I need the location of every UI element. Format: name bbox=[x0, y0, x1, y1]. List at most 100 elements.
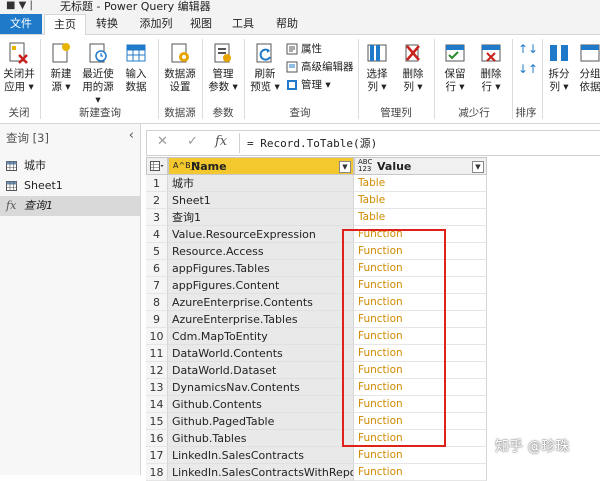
advanced-editor-icon bbox=[286, 61, 298, 73]
name-cell[interactable]: LinkedIn.SalesContracts bbox=[168, 447, 354, 464]
filter-dropdown-icon[interactable]: ▼ bbox=[472, 161, 484, 173]
choose-columns-icon bbox=[367, 44, 387, 62]
column-header-value[interactable]: ABC 123 Value ▼ bbox=[354, 157, 487, 175]
quick-access-toolbar[interactable]: ■ ▼ | bbox=[6, 0, 33, 11]
ribbon: 关闭并 应用 ▾ 关闭 新建 源 ▾ 最近使 用的源 ▾ 输入 数据 新建查询 … bbox=[0, 35, 600, 124]
recent-sources-icon bbox=[89, 43, 107, 63]
close-apply-icon bbox=[9, 42, 28, 64]
name-cell[interactable]: appFigures.Tables bbox=[168, 260, 354, 277]
name-cell[interactable]: 城市 bbox=[168, 175, 354, 192]
row-number[interactable]: 13 bbox=[146, 379, 168, 396]
row-number[interactable]: 8 bbox=[146, 294, 168, 311]
row-number[interactable]: 16 bbox=[146, 430, 168, 447]
close-apply-button[interactable]: 关闭并 应用 ▾ bbox=[0, 41, 38, 94]
column-header-label: Value bbox=[377, 160, 412, 173]
name-cell[interactable]: appFigures.Content bbox=[168, 277, 354, 294]
name-cell[interactable]: Github.PagedTable bbox=[168, 413, 354, 430]
tab-home[interactable]: 主页 bbox=[44, 14, 86, 36]
confirm-icon[interactable]: ✓ bbox=[187, 134, 198, 149]
name-cell[interactable]: Value.ResourceExpression bbox=[168, 226, 354, 243]
sort-ascending-button[interactable]: ↑↓ bbox=[518, 41, 538, 57]
name-cell[interactable]: DynamicsNav.Contents bbox=[168, 379, 354, 396]
advanced-editor-button[interactable]: 高级编辑器 bbox=[286, 59, 354, 75]
tab-transform[interactable]: 转换 bbox=[90, 14, 124, 34]
table-row[interactable]: 1 城市 Table bbox=[146, 175, 487, 192]
manage-parameters-button[interactable]: 管理 参数 ▾ bbox=[204, 41, 242, 94]
name-cell[interactable]: 查询1 bbox=[168, 209, 354, 226]
row-number[interactable]: 18 bbox=[146, 464, 168, 481]
group-by-button[interactable]: 分组 依据 bbox=[576, 41, 600, 94]
name-cell[interactable]: AzureEnterprise.Contents bbox=[168, 294, 354, 311]
group-label-parameters: 参数 bbox=[212, 107, 234, 119]
row-number[interactable]: 5 bbox=[146, 243, 168, 260]
tab-help[interactable]: 帮助 bbox=[272, 14, 302, 34]
query-item-label: Sheet1 bbox=[24, 179, 63, 192]
name-cell[interactable]: Github.Contents bbox=[168, 396, 354, 413]
query-item-sheet1[interactable]: Sheet1 bbox=[0, 176, 140, 196]
group-divider bbox=[244, 39, 245, 119]
row-number[interactable]: 17 bbox=[146, 447, 168, 464]
value-link[interactable]: Table bbox=[354, 175, 487, 192]
table-icon bbox=[6, 181, 17, 191]
new-source-button[interactable]: 新建 源 ▾ bbox=[44, 41, 78, 94]
function-icon: fx bbox=[6, 199, 17, 212]
refresh-preview-button[interactable]: 刷新 预览 ▾ bbox=[246, 41, 284, 94]
table-row[interactable]: 18 LinkedIn.SalesContractsWithReport Funct… bbox=[146, 464, 487, 481]
manage-icon bbox=[287, 80, 297, 90]
cancel-icon[interactable]: ✕ bbox=[157, 134, 168, 149]
enter-data-button[interactable]: 输入 数据 bbox=[120, 41, 152, 94]
row-number[interactable]: 7 bbox=[146, 277, 168, 294]
name-cell[interactable]: Sheet1 bbox=[168, 192, 354, 209]
group-divider bbox=[158, 39, 159, 119]
tab-view[interactable]: 视图 bbox=[186, 14, 216, 34]
collapse-pane-button[interactable]: ‹ bbox=[129, 128, 134, 143]
tab-tools[interactable]: 工具 bbox=[228, 14, 258, 34]
row-number[interactable]: 2 bbox=[146, 192, 168, 209]
value-link[interactable]: Table bbox=[354, 192, 487, 209]
tab-file[interactable]: 文件 bbox=[0, 14, 42, 34]
row-number[interactable]: 3 bbox=[146, 209, 168, 226]
name-cell[interactable]: LinkedIn.SalesContractsWithReport bbox=[168, 464, 354, 481]
name-cell[interactable]: Cdm.MapToEntity bbox=[168, 328, 354, 345]
sort-descending-button[interactable]: ↓↑ bbox=[518, 61, 538, 77]
row-number[interactable]: 9 bbox=[146, 311, 168, 328]
formula-input[interactable]: = Record.ToTable(源) bbox=[247, 135, 377, 151]
value-link[interactable]: Table bbox=[354, 209, 487, 226]
name-cell[interactable]: Resource.Access bbox=[168, 243, 354, 260]
row-number[interactable]: 10 bbox=[146, 328, 168, 345]
fx-icon[interactable]: fx bbox=[215, 134, 227, 149]
query-item-query1[interactable]: fx 查询1 bbox=[0, 196, 140, 216]
tab-add-column[interactable]: 添加列 bbox=[134, 14, 178, 34]
remove-columns-button[interactable]: 删除 列 ▾ bbox=[396, 41, 430, 94]
highlight-annotation-box bbox=[342, 229, 446, 447]
value-link[interactable]: Function bbox=[354, 464, 487, 481]
manage-button[interactable]: 管理 ▾ bbox=[286, 77, 331, 93]
properties-button[interactable]: 属性 bbox=[286, 41, 322, 57]
query-item-city[interactable]: 城市 bbox=[0, 156, 140, 176]
table-row[interactable]: 2 Sheet1 Table bbox=[146, 192, 487, 209]
name-cell[interactable]: DataWorld.Contents bbox=[168, 345, 354, 362]
row-number[interactable]: 6 bbox=[146, 260, 168, 277]
data-source-settings-button[interactable]: 数据源 设置 bbox=[160, 41, 200, 94]
remove-rows-button[interactable]: 删除 行 ▾ bbox=[474, 41, 508, 94]
choose-columns-button[interactable]: 选择 列 ▾ bbox=[360, 41, 394, 94]
filter-dropdown-icon[interactable]: ▼ bbox=[339, 161, 351, 173]
row-number[interactable]: 11 bbox=[146, 345, 168, 362]
recent-sources-button[interactable]: 最近使 用的源 ▾ bbox=[80, 41, 116, 107]
name-cell[interactable]: Github.Tables bbox=[168, 430, 354, 447]
name-cell[interactable]: AzureEnterprise.Tables bbox=[168, 311, 354, 328]
any-type-icon[interactable]: ABC 123 bbox=[358, 159, 372, 173]
row-number[interactable]: 12 bbox=[146, 362, 168, 379]
row-number[interactable]: 14 bbox=[146, 396, 168, 413]
table-row[interactable]: 17 LinkedIn.SalesContracts Function bbox=[146, 447, 487, 464]
column-header-name[interactable]: A^B_C Name ▼ bbox=[168, 157, 354, 175]
select-all-corner[interactable] bbox=[146, 157, 168, 175]
value-link[interactable]: Function bbox=[354, 447, 487, 464]
keep-rows-button[interactable]: 保留 行 ▾ bbox=[438, 41, 472, 94]
row-number[interactable]: 15 bbox=[146, 413, 168, 430]
row-number[interactable]: 4 bbox=[146, 226, 168, 243]
row-number[interactable]: 1 bbox=[146, 175, 168, 192]
name-cell[interactable]: DataWorld.Dataset bbox=[168, 362, 354, 379]
split-column-button[interactable]: 拆分 列 ▾ bbox=[544, 41, 574, 94]
table-row[interactable]: 3 查询1 Table bbox=[146, 209, 487, 226]
